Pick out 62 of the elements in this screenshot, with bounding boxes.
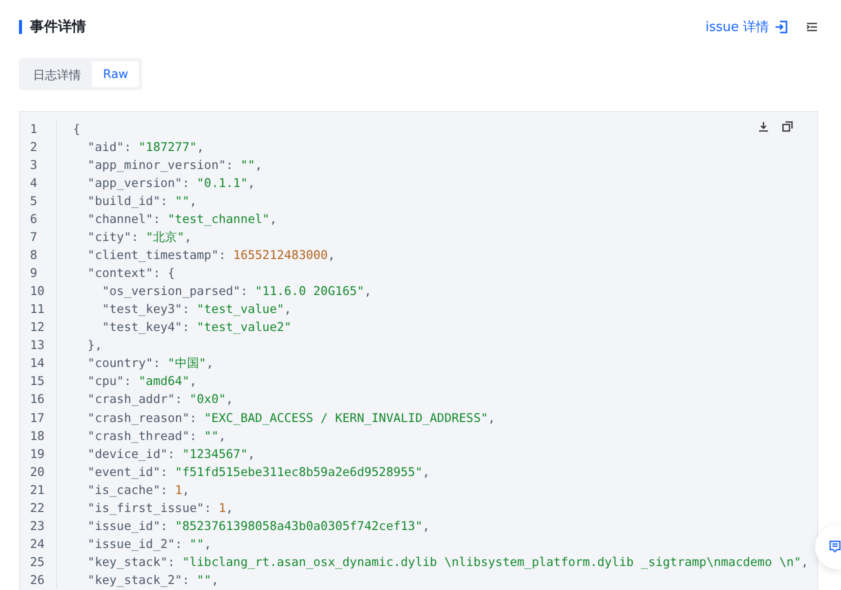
code-line: "channel": "test_channel", — [86, 211, 277, 228]
tab[interactable]: Raw — [92, 61, 140, 87]
code-line: "is_cache": 1, — [86, 482, 190, 499]
line-number: 1 — [20, 120, 57, 138]
code-line: "is_first_issue": 1, — [86, 500, 234, 517]
code-line: "city": "北京", — [86, 229, 192, 246]
code-line: "issue_id": "8523761398058a43b0a0305f742cef13", — [86, 518, 430, 535]
code-line: "context": { — [86, 265, 175, 282]
section-title: 事件详情 — [30, 18, 86, 36]
code-line: "crash_thread": "", — [86, 428, 226, 445]
line-number: 9 — [20, 264, 57, 282]
code-line: "device_id": "1234567", — [86, 446, 256, 463]
code-line: "os_version_parsed": "11.6.0 20G165", — [101, 283, 372, 300]
tab[interactable]: 日志详情 — [22, 61, 92, 87]
code-line: "key_stack": "libclang_rt.asan_osx_dynamic.dylib \nlibsystem_platform.dylib _sigtramp\nmacdemo \n", — [86, 554, 808, 571]
download-icon[interactable] — [758, 121, 769, 132]
code-line: "app_minor_version": "", — [86, 157, 262, 174]
line-number: 6 — [20, 210, 57, 228]
line-number: 22 — [20, 498, 57, 517]
line-number: 21 — [20, 480, 57, 499]
line-number: 10 — [20, 282, 57, 300]
code-line: "app_version": "0.1.1", — [86, 175, 256, 192]
line-number: 2 — [20, 138, 57, 156]
code-line: "test_key4": "test_value2" — [101, 319, 292, 336]
code-line: "event_id": "f51fd515ebe311ec8b59a2e6d9528955", — [86, 464, 430, 481]
copy-icon[interactable] — [782, 121, 793, 132]
code-line: "crash_reason": "EXC_BAD_ACCESS / KERN_INVALID_ADDRESS", — [86, 410, 496, 427]
line-number: 12 — [20, 318, 57, 336]
code-line: "build_id": "", — [86, 193, 197, 210]
exit-icon — [774, 20, 788, 34]
line-number: 13 — [20, 336, 57, 354]
line-number: 25 — [20, 552, 57, 571]
code-line: }, — [86, 337, 102, 354]
code-line: { — [72, 121, 80, 138]
code-line: "issue_id_2": "", — [86, 536, 212, 553]
line-number: 3 — [20, 156, 57, 174]
line-number: 23 — [20, 516, 57, 535]
code-line: "cpu": "amd64", — [86, 373, 197, 390]
issue-link[interactable]: issue 详情 — [705, 18, 788, 36]
line-number: 14 — [20, 354, 57, 372]
line-number: 4 — [20, 174, 57, 192]
code-line: "key_stack_2": "", — [86, 572, 219, 589]
line-number: 20 — [20, 462, 57, 481]
collapse-icon[interactable] — [806, 22, 818, 32]
line-number: 15 — [20, 372, 57, 390]
feedback-button[interactable] — [815, 525, 841, 569]
line-number: 18 — [20, 426, 57, 445]
title-accent — [19, 20, 22, 34]
code-line: "aid": "187277", — [86, 139, 204, 156]
line-number: 17 — [20, 408, 57, 427]
code-line: "test_key3": "test_value", — [101, 301, 292, 318]
line-number: 24 — [20, 534, 57, 553]
code-line: "client_timestamp": 1655212483000, — [86, 247, 336, 264]
line-number: 11 — [20, 300, 57, 318]
line-number: 26 — [20, 570, 57, 589]
line-number: 7 — [20, 228, 57, 246]
line-number: 5 — [20, 192, 57, 210]
code-line: "country": "中国", — [86, 355, 214, 372]
code-line: "crash_addr": "0x0", — [86, 391, 234, 408]
line-number: 19 — [20, 444, 57, 463]
line-number: 8 — [20, 246, 57, 264]
line-number: 16 — [20, 390, 57, 408]
